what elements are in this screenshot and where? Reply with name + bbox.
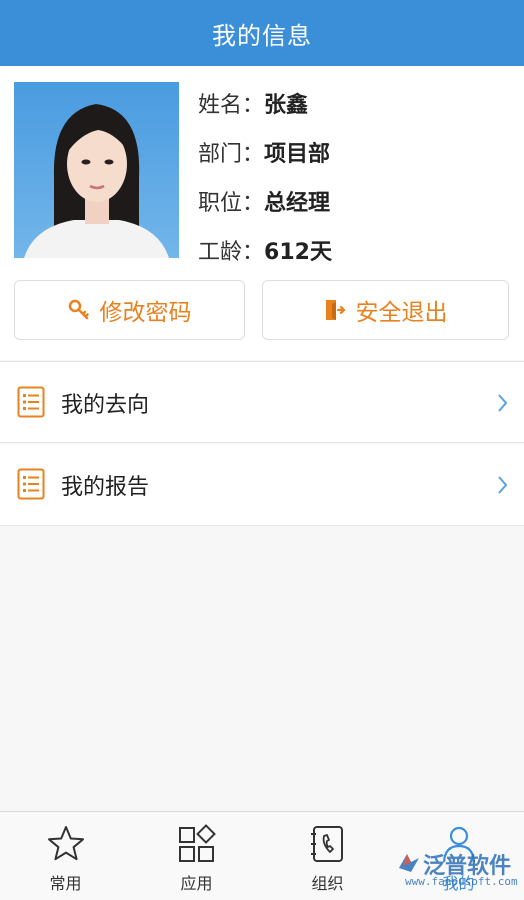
star-icon bbox=[46, 824, 86, 868]
tab-label: 应用 bbox=[180, 874, 213, 893]
change-password-button[interactable]: 修改密码 bbox=[14, 280, 245, 340]
list-item-label: 我的去向 bbox=[61, 393, 150, 418]
watermark-url: www.fanpusoft.com bbox=[405, 875, 518, 888]
tab-label: 组织 bbox=[311, 874, 344, 893]
profile-card: 姓名： 张鑫 部门： 项目部 职位： 总经理 工龄： 612天 修改密码 安全退… bbox=[0, 66, 524, 360]
list-icon bbox=[17, 468, 45, 504]
tenure-row: 工龄： 612天 bbox=[198, 225, 332, 274]
name-row: 姓名： 张鑫 bbox=[198, 78, 332, 127]
exit-door-icon bbox=[324, 298, 346, 322]
logout-label: 安全退出 bbox=[355, 300, 448, 326]
tenure-label: 工龄： bbox=[198, 239, 265, 265]
department-value: 项目部 bbox=[264, 141, 331, 167]
key-icon bbox=[68, 299, 90, 321]
tab-label: 常用 bbox=[49, 874, 82, 893]
apps-grid-icon bbox=[177, 824, 217, 868]
logout-button[interactable]: 安全退出 bbox=[262, 280, 509, 340]
list-item-my-reports[interactable]: 我的报告 bbox=[0, 444, 524, 526]
profile-photo bbox=[14, 82, 179, 258]
chevron-right-icon bbox=[498, 394, 508, 416]
phone-book-icon bbox=[308, 824, 348, 868]
tab-apps[interactable]: 应用 bbox=[131, 812, 262, 900]
list-icon bbox=[17, 386, 45, 422]
name-label: 姓名： bbox=[198, 92, 265, 118]
position-row: 职位： 总经理 bbox=[198, 176, 332, 225]
tab-organization[interactable]: 组织 bbox=[262, 812, 393, 900]
name-value: 张鑫 bbox=[264, 92, 309, 118]
title-bar: 我的信息 bbox=[0, 0, 524, 66]
department-label: 部门： bbox=[198, 141, 265, 167]
page-title: 我的信息 bbox=[212, 21, 312, 50]
position-label: 职位： bbox=[198, 190, 265, 216]
list-item-my-whereabouts[interactable]: 我的去向 bbox=[0, 361, 524, 443]
watermark: 泛普软件 www.fanpusoft.com bbox=[395, 848, 520, 890]
position-value: 总经理 bbox=[264, 190, 331, 216]
tab-common[interactable]: 常用 bbox=[0, 812, 131, 900]
chevron-right-icon bbox=[498, 476, 508, 498]
tenure-value: 612天 bbox=[264, 239, 332, 265]
profile-info: 姓名： 张鑫 部门： 项目部 职位： 总经理 工龄： 612天 bbox=[198, 78, 332, 274]
list-item-label: 我的报告 bbox=[61, 475, 150, 500]
change-password-label: 修改密码 bbox=[99, 300, 192, 326]
department-row: 部门： 项目部 bbox=[198, 127, 332, 176]
